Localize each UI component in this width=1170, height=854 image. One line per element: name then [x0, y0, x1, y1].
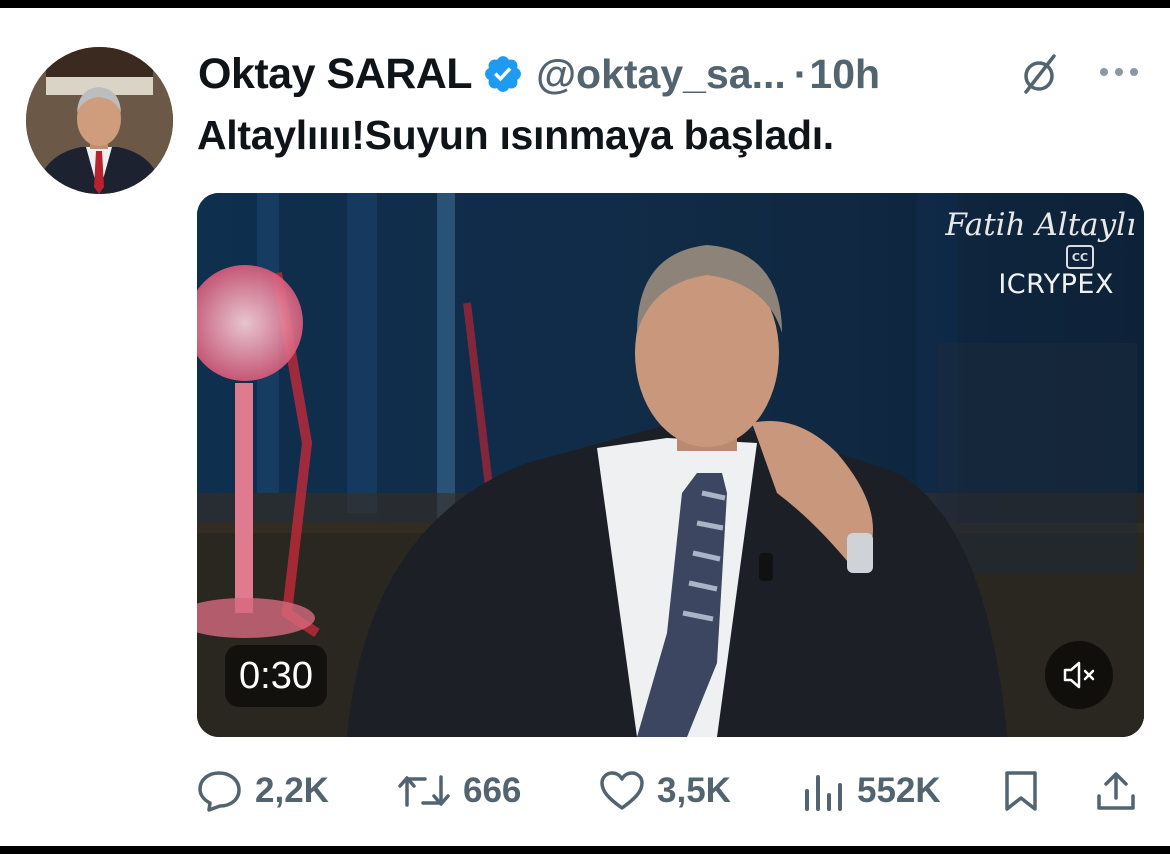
views-button[interactable]: 552K — [801, 760, 941, 822]
bookmark-button[interactable] — [1003, 760, 1039, 822]
bottom-edge — [0, 846, 1170, 854]
avatar[interactable] — [26, 47, 173, 194]
author-handle[interactable]: @oktay_sa... — [536, 51, 786, 98]
share-button[interactable] — [1095, 760, 1137, 822]
grok-icon[interactable] — [1020, 52, 1060, 96]
like-icon — [600, 771, 644, 810]
like-count: 3,5K — [657, 771, 731, 810]
watermark-brand: ICRYPEX — [998, 269, 1114, 300]
captions-icon[interactable]: CC — [1066, 245, 1094, 269]
tweet-header: Oktay SARAL @oktay_sa... · 10h — [198, 44, 1148, 104]
repost-button[interactable]: 666 — [397, 760, 521, 822]
share-icon — [1097, 772, 1135, 810]
mute-button[interactable] — [1045, 641, 1113, 709]
author-name[interactable]: Oktay SARAL — [198, 50, 473, 99]
bookmark-icon — [1005, 771, 1037, 811]
like-button[interactable]: 3,5K — [599, 760, 731, 822]
timestamp[interactable]: 10h — [809, 51, 880, 98]
tweet-text: Altaylıııı!Suyun ısınmaya başladı. — [197, 112, 834, 158]
views-icon — [805, 775, 842, 811]
more-icon[interactable] — [1098, 66, 1140, 78]
top-edge — [0, 0, 1170, 8]
repost-icon — [398, 775, 450, 807]
reply-count: 2,2K — [255, 771, 329, 810]
video-duration: 0:30 — [225, 645, 327, 707]
watermark-name: Fatih Altaylı — [945, 207, 1136, 243]
repost-count: 666 — [463, 771, 522, 810]
verified-badge-icon — [485, 56, 522, 92]
views-count: 552K — [857, 771, 941, 810]
video-player[interactable]: Fatih Altaylı CC ICRYPEX 0:30 — [197, 193, 1144, 737]
action-bar: 2,2K 666 3,5K 552K — [197, 760, 1144, 822]
mute-icon — [1063, 661, 1095, 689]
separator-dot: · — [793, 50, 808, 97]
reply-button[interactable]: 2,2K — [197, 760, 329, 822]
reply-icon — [198, 771, 241, 812]
